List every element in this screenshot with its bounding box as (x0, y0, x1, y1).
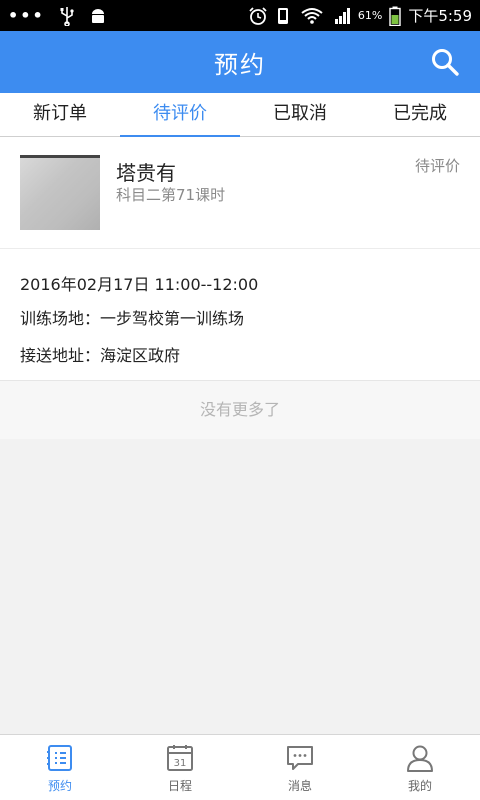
tab-cancelled[interactable]: 已取消 (240, 93, 360, 136)
clock: 下午5:59 (408, 7, 472, 25)
alarm-icon (249, 6, 267, 25)
order-datetime: 2016年02月17日 11:00--12:00 (20, 275, 259, 294)
search-icon[interactable] (430, 47, 460, 77)
bottom-nav: 预约 31 日程 消息 我的 (0, 734, 480, 800)
nav-item-schedule[interactable]: 31 日程 (120, 735, 240, 800)
pickup-address: 接送地址：海淀区政府 (20, 346, 181, 365)
battery-icon (389, 6, 402, 26)
student-avatar (20, 155, 100, 230)
booking-icon (47, 745, 72, 771)
order-card-header: 塔贵有 科目二第71课时 待评价 (0, 137, 480, 249)
tab-pending-review[interactable]: 待评价 (120, 93, 240, 137)
nav-label-schedule: 日程 (167, 779, 192, 793)
order-status: 待评价 (414, 157, 460, 175)
order-card[interactable]: 塔贵有 科目二第71课时 待评价 2016年02月17日 11:00--12:0… (0, 137, 480, 381)
nav-item-profile[interactable]: 我的 (360, 735, 480, 800)
nav-label-messages: 消息 (287, 779, 312, 793)
calendar-icon: 31 (167, 745, 193, 771)
nav-item-messages[interactable]: 消息 (240, 735, 360, 800)
page-title: 预约 (214, 50, 266, 79)
message-icon (287, 746, 313, 770)
list-end-message: 没有更多了 (0, 381, 480, 439)
student-name: 塔贵有 (116, 161, 176, 185)
nav-item-booking[interactable]: 预约 (0, 735, 120, 800)
battery-percent: 61% (357, 9, 383, 22)
more-notifications-icon: ••• (8, 5, 45, 25)
signal-icon (334, 7, 350, 24)
status-bar: ••• 61% 下午5:59 (0, 0, 480, 31)
training-venue: 训练场地：一步驾校第一训练场 (20, 309, 245, 328)
android-icon (91, 8, 104, 23)
order-status-tabs: 新订单 待评价 已取消 已完成 (0, 93, 480, 137)
profile-icon (407, 745, 433, 772)
phone-vibrate-icon (277, 7, 288, 24)
app-bar: 预约 (0, 31, 480, 93)
tab-completed[interactable]: 已完成 (360, 93, 480, 136)
tab-new-orders[interactable]: 新订单 (0, 93, 120, 136)
svg-text:31: 31 (174, 758, 187, 769)
usb-icon (60, 6, 74, 26)
nav-label-booking: 预约 (47, 779, 72, 793)
lesson-info: 科目二第71课时 (116, 186, 226, 204)
nav-label-profile: 我的 (407, 779, 432, 793)
wifi-icon (301, 7, 323, 24)
